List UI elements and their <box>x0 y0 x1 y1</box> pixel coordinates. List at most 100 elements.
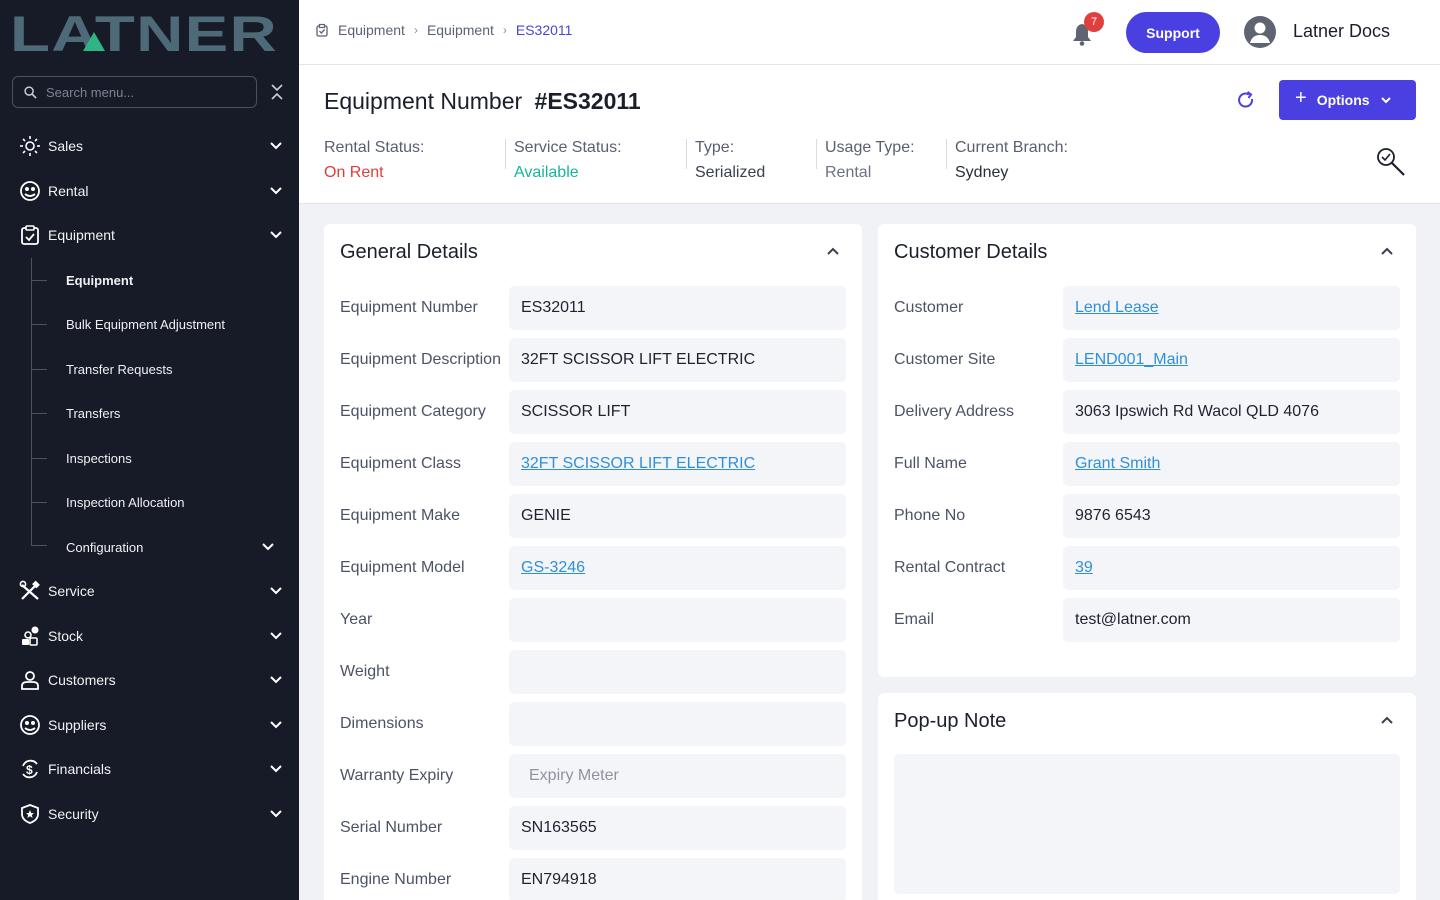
rental-contract-field: 39 <box>1063 546 1400 590</box>
field-row: Dimensions <box>340 702 846 746</box>
submenu-inspections[interactable]: Inspections <box>0 436 299 480</box>
rental-contract-link[interactable]: 39 <box>1075 559 1093 577</box>
email-field[interactable]: test@latner.com <box>1063 598 1400 642</box>
options-button[interactable]: + Options <box>1279 80 1416 120</box>
field-row: Full Name Grant Smith <box>894 442 1400 486</box>
financials-icon: $ <box>19 758 41 780</box>
field-label: Equipment Description <box>340 351 501 368</box>
sidebar-item-security[interactable]: Security <box>0 792 299 836</box>
field-label: Weight <box>340 663 390 680</box>
sidebar-item-label: Financials <box>48 761 112 777</box>
submenu-inspection-allocation[interactable]: Inspection Allocation <box>0 480 299 524</box>
refresh-icon[interactable] <box>1236 90 1256 110</box>
search-input[interactable] <box>46 84 236 100</box>
submenu-transfers[interactable]: Transfers <box>0 391 299 435</box>
sidebar-item-rental[interactable]: Rental <box>0 169 299 213</box>
sidebar-item-customers[interactable]: Customers <box>0 658 299 702</box>
popup-note-textarea[interactable] <box>894 754 1400 894</box>
sidebar-item-financials[interactable]: $ Financials <box>0 747 299 791</box>
customer-link[interactable]: Lend Lease <box>1075 299 1159 317</box>
status-value: Sydney <box>955 164 1009 181</box>
suppliers-icon <box>19 714 41 736</box>
equipment-category-field[interactable]: SCISSOR LIFT <box>509 390 846 434</box>
status-label: Type: <box>695 139 735 156</box>
usage-type-status: Usage Type: Rental <box>825 139 947 181</box>
field-label: Engine Number <box>340 871 452 888</box>
equipment-model-link[interactable]: GS-3246 <box>521 559 585 577</box>
submenu-configuration-label: Configuration <box>66 539 144 555</box>
sidebar-item-suppliers[interactable]: Suppliers <box>0 703 299 747</box>
field-label: Equipment Model <box>340 559 465 576</box>
notification-badge: 7 <box>1084 12 1104 32</box>
sidebar-item-service[interactable]: Service <box>0 569 299 613</box>
avatar[interactable] <box>1244 16 1276 48</box>
field-label: Warranty Expiry <box>340 767 454 784</box>
latner-logo[interactable]: LATNER <box>10 10 280 54</box>
breadcrumb-item[interactable]: Equipment <box>427 22 494 38</box>
field-label: Equipment Number <box>340 299 478 316</box>
sidebar-item-equipment[interactable]: Equipment <box>0 213 299 257</box>
field-row: Equipment Class 32FT SCISSOR LIFT ELECTRI… <box>340 442 846 486</box>
equipment-description-field[interactable]: 32FT SCISSOR LIFT ELECTRIC <box>509 338 846 382</box>
status-value: On Rent <box>324 164 384 181</box>
submenu-equipment[interactable]: Equipment <box>0 258 299 302</box>
engine-number-field[interactable]: EN794918 <box>509 858 846 900</box>
field-row: Rental Contract 39 <box>894 546 1400 590</box>
sidebar-item-label: Security <box>48 806 99 822</box>
topbar: Equipment › Equipment › ES32011 7 Suppor… <box>299 0 1440 65</box>
chevron-right-icon: › <box>413 23 418 37</box>
breadcrumb-current: ES32011 <box>515 22 573 38</box>
chevron-up-icon[interactable] <box>1380 244 1394 258</box>
weight-field[interactable] <box>509 650 846 694</box>
popup-note-card: Pop-up Note <box>878 693 1416 900</box>
sidebar-item-stock[interactable]: Stock <box>0 614 299 658</box>
equipment-number-field[interactable]: ES32011 <box>509 286 846 330</box>
submenu-bulk-equipment-adjustment[interactable]: Bulk Equipment Adjustment <box>0 302 299 346</box>
chevron-up-icon[interactable] <box>1380 713 1394 727</box>
user-name[interactable]: Latner Docs <box>1293 21 1390 42</box>
page-title-value: #ES32011 <box>534 88 641 114</box>
page-title: Equipment Number #ES32011 <box>324 88 641 115</box>
chevron-down-icon <box>270 810 282 818</box>
phone-no-field[interactable]: 9876 6543 <box>1063 494 1400 538</box>
status-value: Available <box>514 164 579 181</box>
collapse-sidebar-icon[interactable] <box>268 82 286 102</box>
submenu-configuration[interactable]: Configuration <box>0 525 299 569</box>
magnify-search-icon[interactable] <box>1375 146 1407 178</box>
status-label: Current Branch: <box>955 139 1068 156</box>
search-menu[interactable] <box>12 76 257 108</box>
submenu-transfer-requests[interactable]: Transfer Requests <box>0 347 299 391</box>
customers-icon <box>19 669 41 691</box>
equipment-class-link[interactable]: 32FT SCISSOR LIFT ELECTRIC <box>521 455 755 473</box>
field-row: Equipment Make GENIE <box>340 494 846 538</box>
warranty-expiry-field[interactable]: Expiry Meter <box>509 754 846 798</box>
delivery-address-field[interactable]: 3063 Ipswich Rd Wacol QLD 4076 <box>1063 390 1400 434</box>
status-label: Service Status: <box>514 139 622 156</box>
customer-site-link[interactable]: LEND001_Main <box>1075 351 1188 369</box>
equipment-make-field[interactable]: GENIE <box>509 494 846 538</box>
full-name-link[interactable]: Grant Smith <box>1075 455 1160 473</box>
field-label: Year <box>340 611 373 628</box>
chevron-down-icon <box>270 142 282 150</box>
field-row: Equipment Category SCISSOR LIFT <box>340 390 846 434</box>
serial-number-field[interactable]: SN163565 <box>509 806 846 850</box>
field-row: Phone No 9876 6543 <box>894 494 1400 538</box>
chevron-down-icon <box>270 587 282 595</box>
stock-icon <box>19 625 41 647</box>
support-button[interactable]: Support <box>1126 12 1220 53</box>
field-placeholder: Expiry Meter <box>529 767 619 784</box>
chevron-up-icon[interactable] <box>826 244 840 258</box>
rental-icon <box>19 180 41 202</box>
dimensions-field[interactable] <box>509 702 846 746</box>
sidebar-item-label: Rental <box>48 183 89 199</box>
service-icon <box>19 580 41 602</box>
field-row: Equipment Description 32FT SCISSOR LIFT E… <box>340 338 846 382</box>
full-name-field: Grant Smith <box>1063 442 1400 486</box>
sidebar-item-sales[interactable]: Sales <box>0 124 299 168</box>
status-value: Serialized <box>695 164 766 181</box>
customer-field: Lend Lease <box>1063 286 1400 330</box>
year-field[interactable] <box>509 598 846 642</box>
card-title: Customer Details <box>894 241 1048 263</box>
search-icon <box>24 85 37 99</box>
breadcrumb-item[interactable]: Equipment <box>338 22 405 38</box>
